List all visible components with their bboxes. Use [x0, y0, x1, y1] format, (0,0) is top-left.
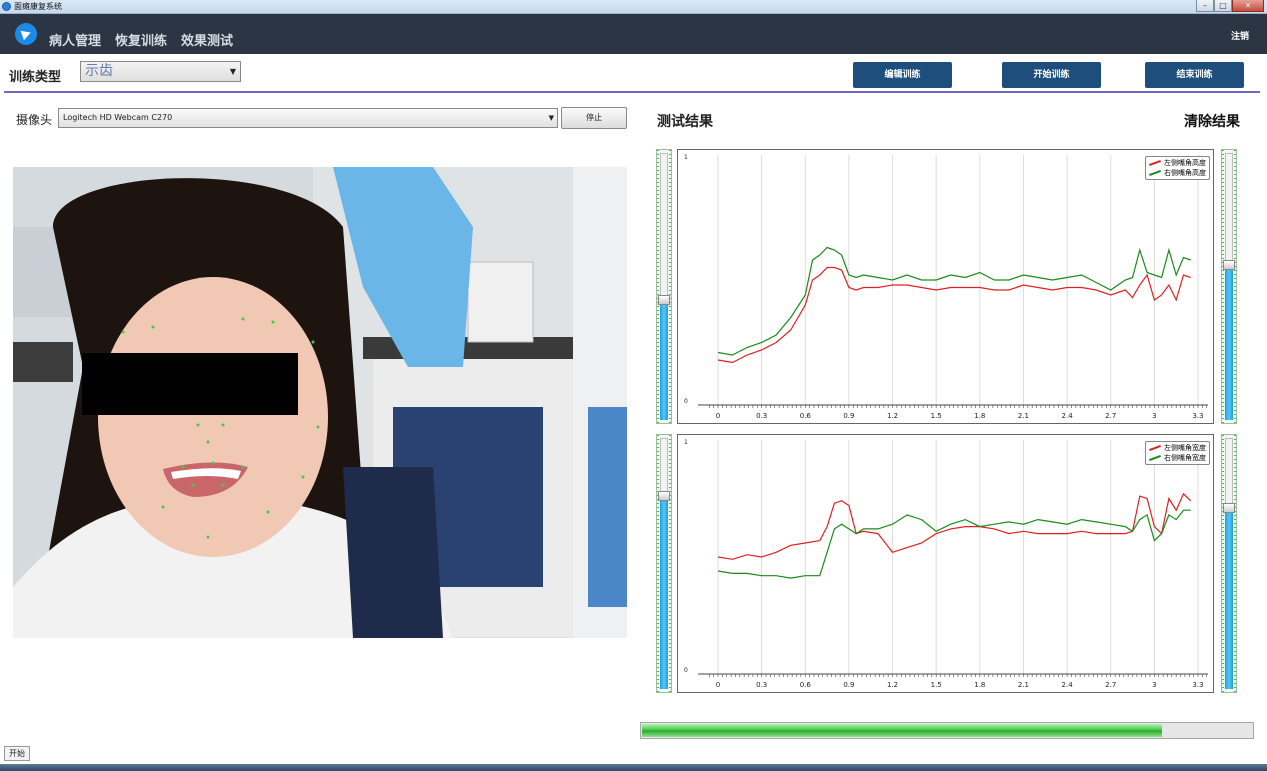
chart1-legend: 左侧嘴角高度 右侧嘴角高度: [1145, 156, 1210, 180]
nav-recovery-training[interactable]: 恢复训练: [115, 30, 167, 49]
chart1-y-tick-label: 1: [684, 154, 688, 161]
os-taskbar: [0, 764, 1267, 771]
chart2-series-right-line: [717, 509, 1191, 579]
slider-thumb[interactable]: [658, 491, 670, 501]
chart2-x-tick-label: 3.3: [1192, 681, 1203, 689]
chart2-x-tick-label: 0.6: [800, 681, 812, 689]
chart1-x-tick-label: 1.2: [887, 412, 898, 420]
camera-select[interactable]: Logitech HD Webcam C270 ▼: [58, 108, 558, 128]
chart1-x-tick-label: 1.8: [974, 412, 985, 420]
slider-fill: [1225, 508, 1233, 689]
chart2-x-tick-label: 1.5: [931, 681, 942, 689]
chart1: 0 0.3 0.6 0.9 1.2 1.5 1.8 2.1 2.4 2.7 3 3.3 1 0 左侧嘴角高…: [677, 149, 1214, 424]
window-title: 面瘫康复系统: [14, 2, 62, 11]
chart1-x-tick-label: 1.5: [931, 412, 942, 420]
window-controls: – □ ✕: [1196, 0, 1264, 13]
chart1-x-tick-label: 0.9: [843, 412, 854, 420]
legend-left-label: 左侧嘴角高度: [1164, 159, 1206, 167]
start-status-button[interactable]: 开始: [4, 746, 30, 761]
chart1-series-right-line: [717, 246, 1191, 356]
chart2-x-tick-label: 2.7: [1105, 681, 1116, 689]
chart1-x-tick-label: 2.4: [1062, 412, 1074, 420]
chart1-left-slider[interactable]: [656, 149, 672, 424]
chart1-x-tick-label: 3: [1152, 412, 1156, 420]
maximize-button[interactable]: □: [1214, 0, 1232, 12]
training-type-select[interactable]: 示齿 ▼: [80, 61, 241, 82]
results-title: 测试结果: [657, 114, 713, 130]
legend-left-label: 左侧嘴角宽度: [1164, 444, 1206, 452]
chart2-legend: 左侧嘴角宽度 右侧嘴角宽度: [1145, 441, 1210, 465]
chart1-x-tick-label: 0.6: [800, 412, 812, 420]
chart1-y-tick-label: 0: [684, 398, 688, 405]
end-training-button[interactable]: 结束训练: [1145, 62, 1244, 88]
chart2-x-tick-label: 1.8: [974, 681, 985, 689]
legend-right-label: 右侧嘴角宽度: [1164, 454, 1206, 462]
chart2-svg: 0 0.3 0.6 0.9 1.2 1.5 1.8 2.1 2.4 2.7 3 3.3 1 0: [684, 439, 1208, 689]
chart1-x-tick-label: 2.7: [1105, 412, 1116, 420]
camera-feed-image: [13, 167, 627, 638]
slider-fill: [660, 496, 668, 689]
chart2-y-tick-label: 1: [684, 439, 688, 446]
logout-link[interactable]: 注销: [1231, 29, 1249, 42]
chevron-down-icon: ▼: [229, 67, 236, 76]
slider-thumb[interactable]: [658, 295, 670, 305]
test-progress-bar: [640, 722, 1254, 739]
chevron-down-icon: ▼: [548, 114, 554, 122]
chart2-x-tick-label: 0: [716, 681, 720, 689]
chart2-x-tick-label: 0.3: [756, 681, 767, 689]
chart1-series-left-line: [717, 266, 1191, 364]
chart1-x-tick-label: 2.1: [1018, 412, 1029, 420]
stop-camera-button[interactable]: 停止: [561, 107, 627, 129]
slider-thumb[interactable]: [1223, 503, 1235, 513]
chart2-x-tick-label: 1.2: [887, 681, 898, 689]
chart1-x-tick-label: 0: [716, 412, 720, 420]
chart2-series-left-line: [717, 492, 1192, 560]
close-button[interactable]: ✕: [1232, 0, 1264, 12]
progress-fill: [642, 724, 1163, 737]
chart1-right-slider[interactable]: [1221, 149, 1237, 424]
chart2-y-tick-label: 0: [684, 667, 688, 674]
camera-feed: [13, 167, 627, 638]
app-icon: [2, 2, 11, 11]
camera-device-value: Logitech HD Webcam C270: [63, 113, 173, 122]
chart1-x-tick-label: 0.3: [756, 412, 767, 420]
camera-label: 摄像头: [16, 113, 53, 127]
main-nav: 病人管理 恢复训练 效果测试 注销: [0, 14, 1267, 54]
chart2-right-slider[interactable]: [1221, 434, 1237, 693]
chart2-left-slider[interactable]: [656, 434, 672, 693]
chart2-x-tick-label: 3: [1152, 681, 1156, 689]
chart2-x-tick-label: 0.9: [843, 681, 854, 689]
nav-effect-test[interactable]: 效果测试: [181, 30, 233, 49]
toolbar-divider: [4, 91, 1260, 93]
chart1-svg: 0 0.3 0.6 0.9 1.2 1.5 1.8 2.1 2.4 2.7 3 3.3 1 0: [684, 154, 1208, 420]
clear-results-button[interactable]: 清除结果: [1184, 111, 1240, 131]
minimize-button[interactable]: –: [1196, 0, 1214, 12]
slider-thumb[interactable]: [1223, 260, 1235, 270]
window-title-bar: 面瘫康复系统 – □ ✕: [0, 0, 1267, 14]
chart2: 0 0.3 0.6 0.9 1.2 1.5 1.8 2.1 2.4 2.7 3 3.3 1 0 左侧嘴角宽…: [677, 434, 1214, 693]
training-type-value: 示齿: [85, 63, 113, 79]
legend-right-label: 右侧嘴角高度: [1164, 169, 1206, 177]
chart2-x-tick-label: 2.4: [1062, 681, 1074, 689]
chart2-x-tick-label: 2.1: [1018, 681, 1029, 689]
start-training-button[interactable]: 开始训练: [1002, 62, 1101, 88]
training-type-label: 训练类型: [9, 70, 62, 85]
slider-fill: [1225, 265, 1233, 420]
edit-training-button[interactable]: 编辑训练: [853, 62, 952, 88]
nav-patient-management[interactable]: 病人管理: [49, 30, 101, 49]
chart1-x-tick-label: 3.3: [1192, 412, 1203, 420]
slider-fill: [660, 300, 668, 420]
app-logo-icon: [15, 23, 37, 45]
